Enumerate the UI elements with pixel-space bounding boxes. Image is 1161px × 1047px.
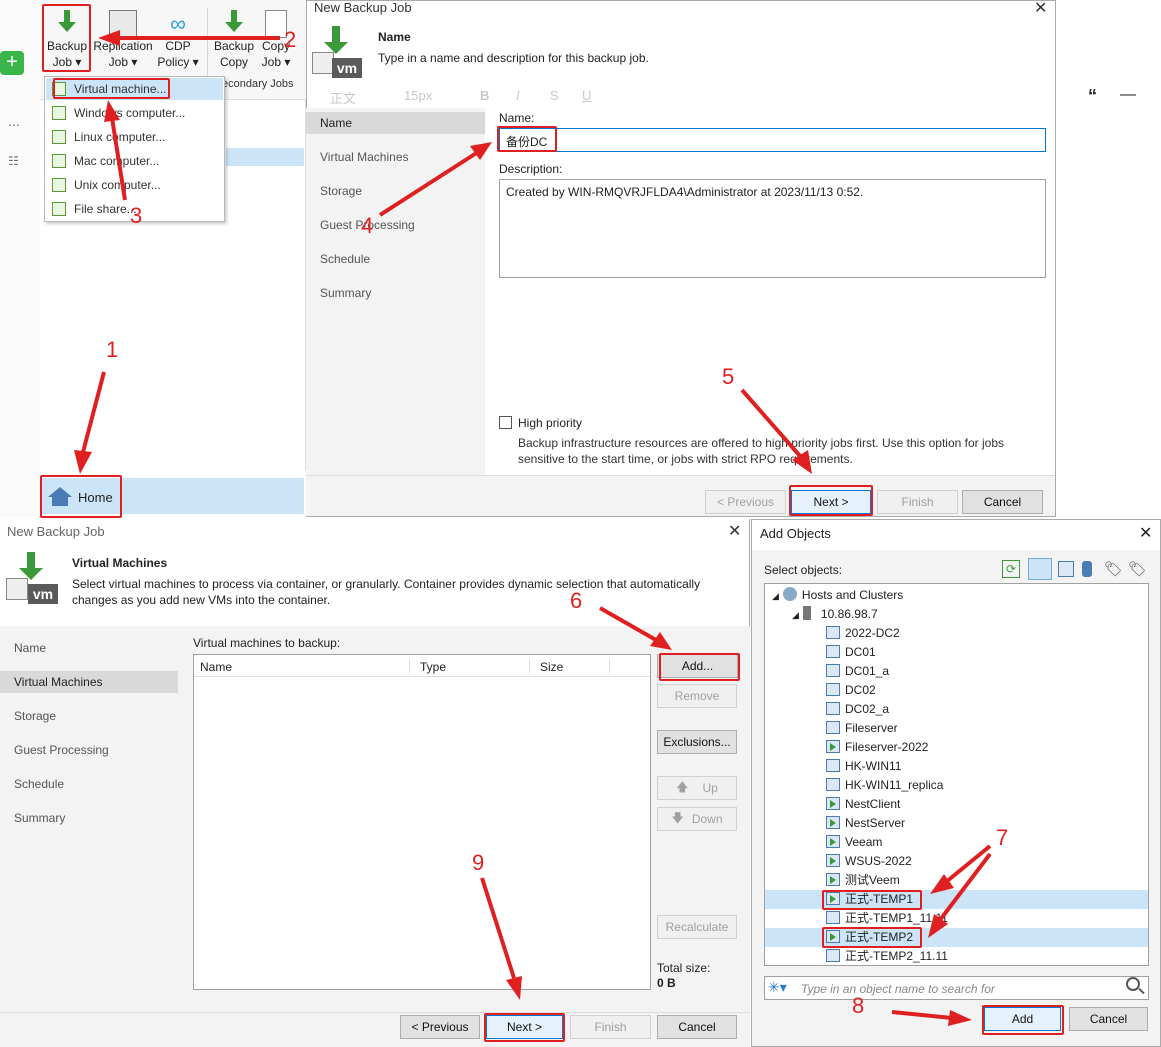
step-number-1: 1 (106, 337, 119, 362)
step-number-9: 9 (472, 850, 485, 875)
arrow-8-head (948, 1010, 972, 1026)
arrow-7b-head (928, 914, 948, 938)
arrow-8 (891, 1010, 953, 1020)
step-number-5: 5 (722, 364, 735, 389)
step-number-3: 3 (130, 203, 143, 228)
step-number-7: 7 (996, 825, 1009, 850)
step-number-6: 6 (570, 588, 583, 613)
step-number-2: 2 (284, 27, 297, 52)
arrow-2-head (98, 30, 120, 46)
arrow-4 (378, 150, 480, 217)
arrow-5 (740, 388, 802, 458)
step-number-8: 8 (852, 993, 865, 1018)
arrow-5-head (792, 450, 812, 474)
arrow-6 (599, 606, 657, 642)
arrow-1 (80, 371, 106, 457)
arrow-6-head (650, 632, 672, 650)
arrow-9 (480, 877, 516, 979)
arrow-3 (110, 117, 127, 201)
arrow-9-head (506, 976, 522, 1000)
annotation-arrows (74, 30, 992, 1026)
arrow-1-head (74, 450, 92, 474)
step-number-4: 4 (361, 213, 374, 238)
arrow-3-head (104, 100, 120, 122)
